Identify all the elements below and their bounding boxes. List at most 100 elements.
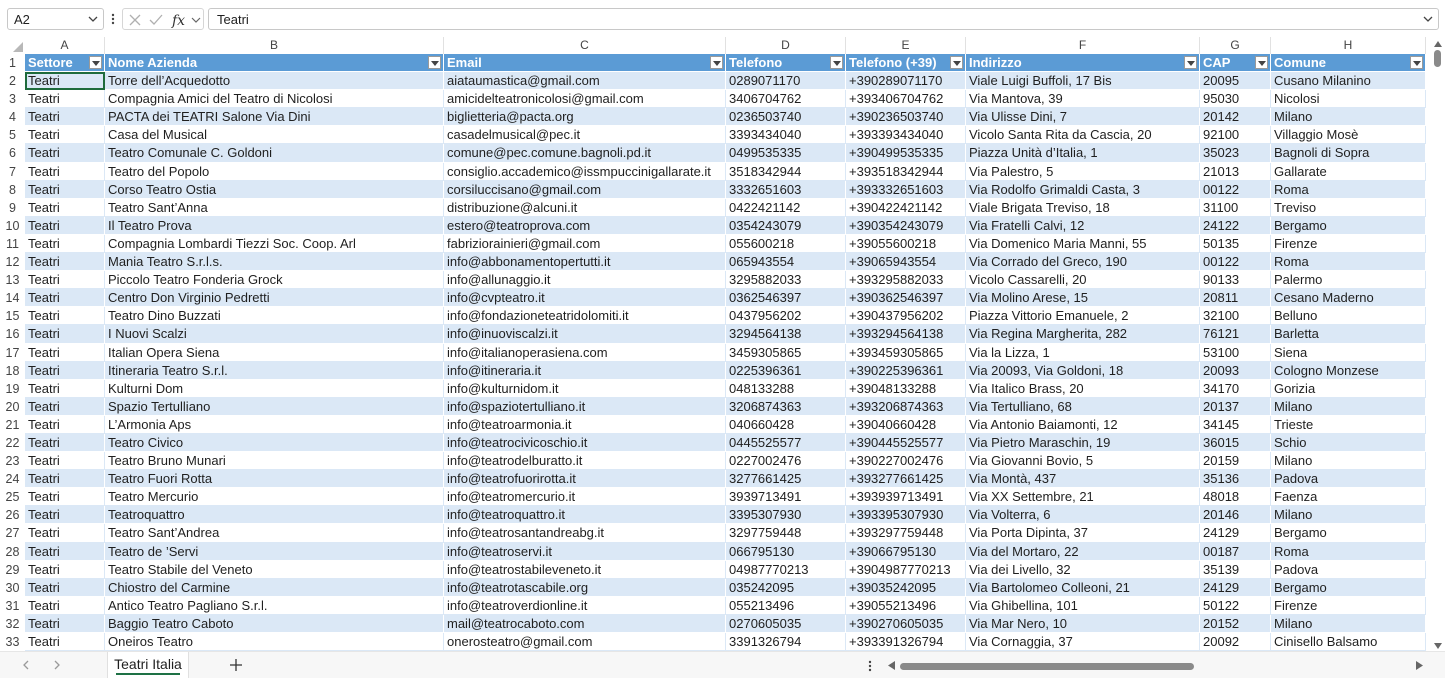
cell-email[interactable]: aiataumastica@gmail.com (444, 72, 726, 91)
cell-email[interactable]: info@teatrostabileveneto.it (444, 560, 726, 579)
cell-email[interactable]: info@kulturnidom.it (444, 379, 726, 398)
header-cell-email[interactable]: Email (444, 54, 726, 73)
cell-comune[interactable]: Nicolosi (1271, 90, 1426, 109)
cell-nome-azienda[interactable]: I Nuovi Scalzi (105, 325, 444, 344)
cell-telefono[interactable]: 3395307930 (726, 506, 846, 525)
cell-telefono[interactable]: 065943554 (726, 253, 846, 272)
cell-indirizzo[interactable]: Via Porta Dipinta, 37 (966, 524, 1200, 543)
cell-settore[interactable]: Teatri (25, 470, 105, 489)
header-cell-cap[interactable]: CAP (1200, 54, 1271, 73)
cell-comune[interactable]: Cologno Monzese (1271, 361, 1426, 380)
cell-settore[interactable]: Teatri (25, 234, 105, 254)
cell-email[interactable]: info@teatrosantandreabg.it (444, 524, 726, 543)
cell-nome-azienda[interactable]: Compagnia Amici del Teatro di Nicolosi (105, 90, 444, 109)
cell-settore[interactable]: Teatri (25, 325, 105, 344)
cell-cap[interactable]: 20142 (1200, 108, 1271, 127)
cell-settore[interactable]: Teatri (25, 524, 105, 543)
add-sheet-icon[interactable] (228, 657, 244, 673)
cell-indirizzo[interactable]: Via 20093, Via Goldoni, 18 (966, 361, 1200, 380)
cell-email[interactable]: biglietteria@pacta.org (444, 108, 726, 127)
cell-email[interactable]: info@spaziotertulliano.it (444, 397, 726, 416)
cell-cap[interactable]: 00122 (1200, 253, 1271, 272)
cell-telefono-39[interactable]: +390354243079 (846, 216, 966, 235)
cell-indirizzo[interactable]: Via Corrado del Greco, 190 (966, 253, 1200, 272)
cell-telefono[interactable]: 3406704762 (726, 90, 846, 109)
scroll-down-icon[interactable] (1434, 643, 1442, 649)
cell-indirizzo[interactable]: Via Domenico Maria Manni, 55 (966, 234, 1200, 254)
cell-email[interactable]: corsiluccisano@gmail.com (444, 180, 726, 199)
cell-cap[interactable]: 20093 (1200, 361, 1271, 380)
scroll-left-icon[interactable] (888, 661, 895, 670)
header-cell-nome-azienda[interactable]: Nome Azienda (105, 54, 444, 73)
row-number[interactable]: 30 (0, 579, 25, 597)
header-cell-indirizzo[interactable]: Indirizzo (966, 54, 1200, 73)
cell-cap[interactable]: 36015 (1200, 433, 1271, 453)
cell-telefono[interactable]: 3939713491 (726, 488, 846, 507)
scroll-up-icon[interactable] (1434, 41, 1442, 47)
cell-comune[interactable]: Palermo (1271, 271, 1426, 290)
cell-comune[interactable]: Bagnoli di Sopra (1271, 144, 1426, 163)
cell-comune[interactable]: Treviso (1271, 198, 1426, 217)
cell-telefono-39[interactable]: +3904987770213 (846, 560, 966, 579)
cell-comune[interactable]: Milano (1271, 397, 1426, 416)
cell-telefono-39[interactable]: +393277661425 (846, 470, 966, 489)
row-number[interactable]: 24 (0, 470, 25, 488)
cell-telefono-39[interactable]: +390445525577 (846, 433, 966, 453)
cell-email[interactable]: consiglio.accademico@issmpuccinigallarat… (444, 162, 726, 181)
cell-indirizzo[interactable]: Via dei Livello, 32 (966, 560, 1200, 579)
cell-settore[interactable]: Teatri (25, 307, 105, 326)
cell-telefono-39[interactable]: +39055600218 (846, 234, 966, 254)
cell-indirizzo[interactable]: Via Ghibellina, 101 (966, 596, 1200, 615)
filter-dropdown-button[interactable] (950, 56, 963, 69)
cell-settore[interactable]: Teatri (25, 271, 105, 290)
cell-nome-azienda[interactable]: Teatro Stabile del Veneto (105, 560, 444, 579)
cell-nome-azienda[interactable]: Baggio Teatro Caboto (105, 614, 444, 633)
cell-nome-azienda[interactable]: Piccolo Teatro Fonderia Grock (105, 271, 444, 290)
name-box[interactable]: A2 (7, 8, 104, 30)
header-cell-comune[interactable]: Comune (1271, 54, 1426, 73)
cell-email[interactable]: info@teatrotascabile.org (444, 578, 726, 597)
row-number[interactable]: 21 (0, 416, 25, 434)
cell-telefono[interactable]: 3206874363 (726, 397, 846, 416)
cell-email[interactable]: info@teatromercurio.it (444, 488, 726, 507)
cell-telefono-39[interactable]: +393297759448 (846, 524, 966, 543)
cell-telefono-39[interactable]: +393295882033 (846, 271, 966, 290)
row-number[interactable]: 22 (0, 434, 25, 452)
row-number[interactable]: 14 (0, 289, 25, 307)
cell-telefono[interactable]: 0236503740 (726, 108, 846, 127)
row-number[interactable]: 7 (0, 163, 25, 181)
cell-nome-azienda[interactable]: Teatro Mercurio (105, 488, 444, 507)
cell-telefono-39[interactable]: +39040660428 (846, 415, 966, 434)
row-number[interactable]: 2 (0, 72, 25, 90)
cell-comune[interactable]: Bergamo (1271, 578, 1426, 597)
cell-telefono-39[interactable]: +39048133288 (846, 379, 966, 398)
cell-telefono[interactable]: 3277661425 (726, 470, 846, 489)
cell-nome-azienda[interactable]: Chiostro del Carmine (105, 578, 444, 597)
cell-comune[interactable]: Cinisello Balsamo (1271, 633, 1426, 651)
filter-dropdown-button[interactable] (710, 56, 723, 69)
cell-indirizzo[interactable]: Viale Brigata Treviso, 18 (966, 198, 1200, 217)
cell-cap[interactable]: 92100 (1200, 126, 1271, 145)
cell-telefono[interactable]: 040660428 (726, 415, 846, 434)
cell-telefono[interactable]: 0225396361 (726, 361, 846, 380)
cell-telefono[interactable]: 3518342944 (726, 162, 846, 181)
cell-cap[interactable]: 20159 (1200, 452, 1271, 471)
cell-telefono[interactable]: 3391326794 (726, 633, 846, 651)
column-header-c[interactable]: C (444, 37, 726, 54)
cell-cap[interactable]: 34145 (1200, 415, 1271, 434)
column-header-b[interactable]: B (105, 37, 444, 54)
cell-email[interactable]: mail@teatrocaboto.com (444, 614, 726, 633)
cell-nome-azienda[interactable]: Centro Don Virginio Pedretti (105, 289, 444, 308)
cell-settore[interactable]: Teatri (25, 72, 105, 91)
cell-telefono-39[interactable]: +393391326794 (846, 633, 966, 651)
cell-cap[interactable]: 35136 (1200, 470, 1271, 489)
cell-comune[interactable]: Padova (1271, 470, 1426, 489)
cell-telefono-39[interactable]: +39066795130 (846, 542, 966, 561)
cell-indirizzo[interactable]: Via Fratelli Calvi, 12 (966, 216, 1200, 235)
cell-comune[interactable]: Milano (1271, 614, 1426, 633)
cell-indirizzo[interactable]: Piazza Vittorio Emanuele, 2 (966, 307, 1200, 326)
cell-telefono-39[interactable]: +39055213496 (846, 596, 966, 615)
cell-indirizzo[interactable]: Via del Mortaro, 22 (966, 542, 1200, 561)
filter-dropdown-button[interactable] (1255, 56, 1268, 69)
cell-telefono-39[interactable]: +393939713491 (846, 488, 966, 507)
